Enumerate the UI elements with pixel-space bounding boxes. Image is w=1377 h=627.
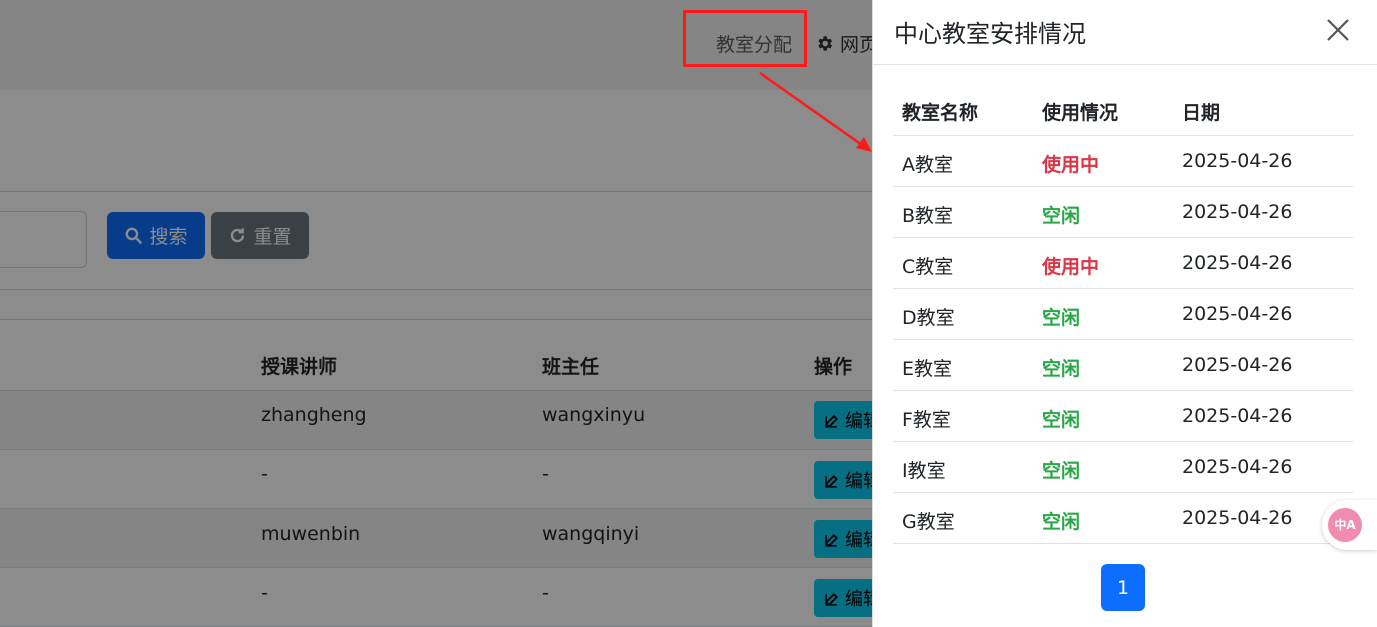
table-row: G教室 空闲 2025-04-26 xyxy=(893,493,1353,544)
status-badge: 空闲 xyxy=(1042,409,1081,431)
room-name: F教室 xyxy=(902,409,951,431)
status-badge: 空闲 xyxy=(1042,307,1081,329)
column-header-date: 日期 xyxy=(1182,102,1221,124)
status-badge: 空闲 xyxy=(1042,205,1081,227)
pagination-page-1[interactable]: 1 xyxy=(1101,564,1145,611)
table-row: E教室 空闲 2025-04-26 xyxy=(893,340,1353,391)
date-cell: 2025-04-26 xyxy=(1182,303,1293,325)
room-name: I教室 xyxy=(902,460,946,482)
status-badge: 空闲 xyxy=(1042,358,1081,380)
close-icon[interactable] xyxy=(1325,17,1351,43)
table-row: B教室 空闲 2025-04-26 xyxy=(893,187,1353,238)
table-row: C教室 使用中 2025-04-26 xyxy=(893,238,1353,289)
room-name: A教室 xyxy=(902,154,953,176)
date-cell: 2025-04-26 xyxy=(1182,150,1293,172)
column-header-status: 使用情况 xyxy=(1042,102,1119,124)
translate-widget[interactable]: 中A xyxy=(1322,500,1377,550)
translate-icon: 中A xyxy=(1328,508,1362,542)
room-name: B教室 xyxy=(902,205,954,227)
status-badge: 使用中 xyxy=(1042,256,1100,278)
room-name: D教室 xyxy=(902,307,955,329)
classroom-table: 教室名称 使用情况 日期 A教室 使用中 2025-04-26 B教室 空闲 2… xyxy=(893,84,1353,544)
status-badge: 空闲 xyxy=(1042,460,1081,482)
table-row: I教室 空闲 2025-04-26 xyxy=(893,442,1353,493)
table-header-row: 教室名称 使用情况 日期 xyxy=(893,84,1353,136)
table-row: A教室 使用中 2025-04-26 xyxy=(893,136,1353,187)
panel-header: 中心教室安排情况 xyxy=(873,0,1377,65)
room-name: G教室 xyxy=(902,511,955,533)
classroom-offcanvas-panel: 中心教室安排情况 教室名称 使用情况 日期 A教室 使用中 2025-04-26… xyxy=(872,0,1377,627)
panel-title: 中心教室安排情况 xyxy=(894,20,1086,48)
table-row: D教室 空闲 2025-04-26 xyxy=(893,289,1353,340)
date-cell: 2025-04-26 xyxy=(1182,354,1293,376)
status-badge: 空闲 xyxy=(1042,511,1081,533)
room-name: C教室 xyxy=(902,256,954,278)
column-header-room: 教室名称 xyxy=(902,102,979,124)
date-cell: 2025-04-26 xyxy=(1182,201,1293,223)
annotation-highlight-box xyxy=(683,10,807,67)
table-row: F教室 空闲 2025-04-26 xyxy=(893,391,1353,442)
date-cell: 2025-04-26 xyxy=(1182,252,1293,274)
date-cell: 2025-04-26 xyxy=(1182,507,1293,529)
date-cell: 2025-04-26 xyxy=(1182,405,1293,427)
date-cell: 2025-04-26 xyxy=(1182,456,1293,478)
status-badge: 使用中 xyxy=(1042,154,1100,176)
room-name: E教室 xyxy=(902,358,953,380)
